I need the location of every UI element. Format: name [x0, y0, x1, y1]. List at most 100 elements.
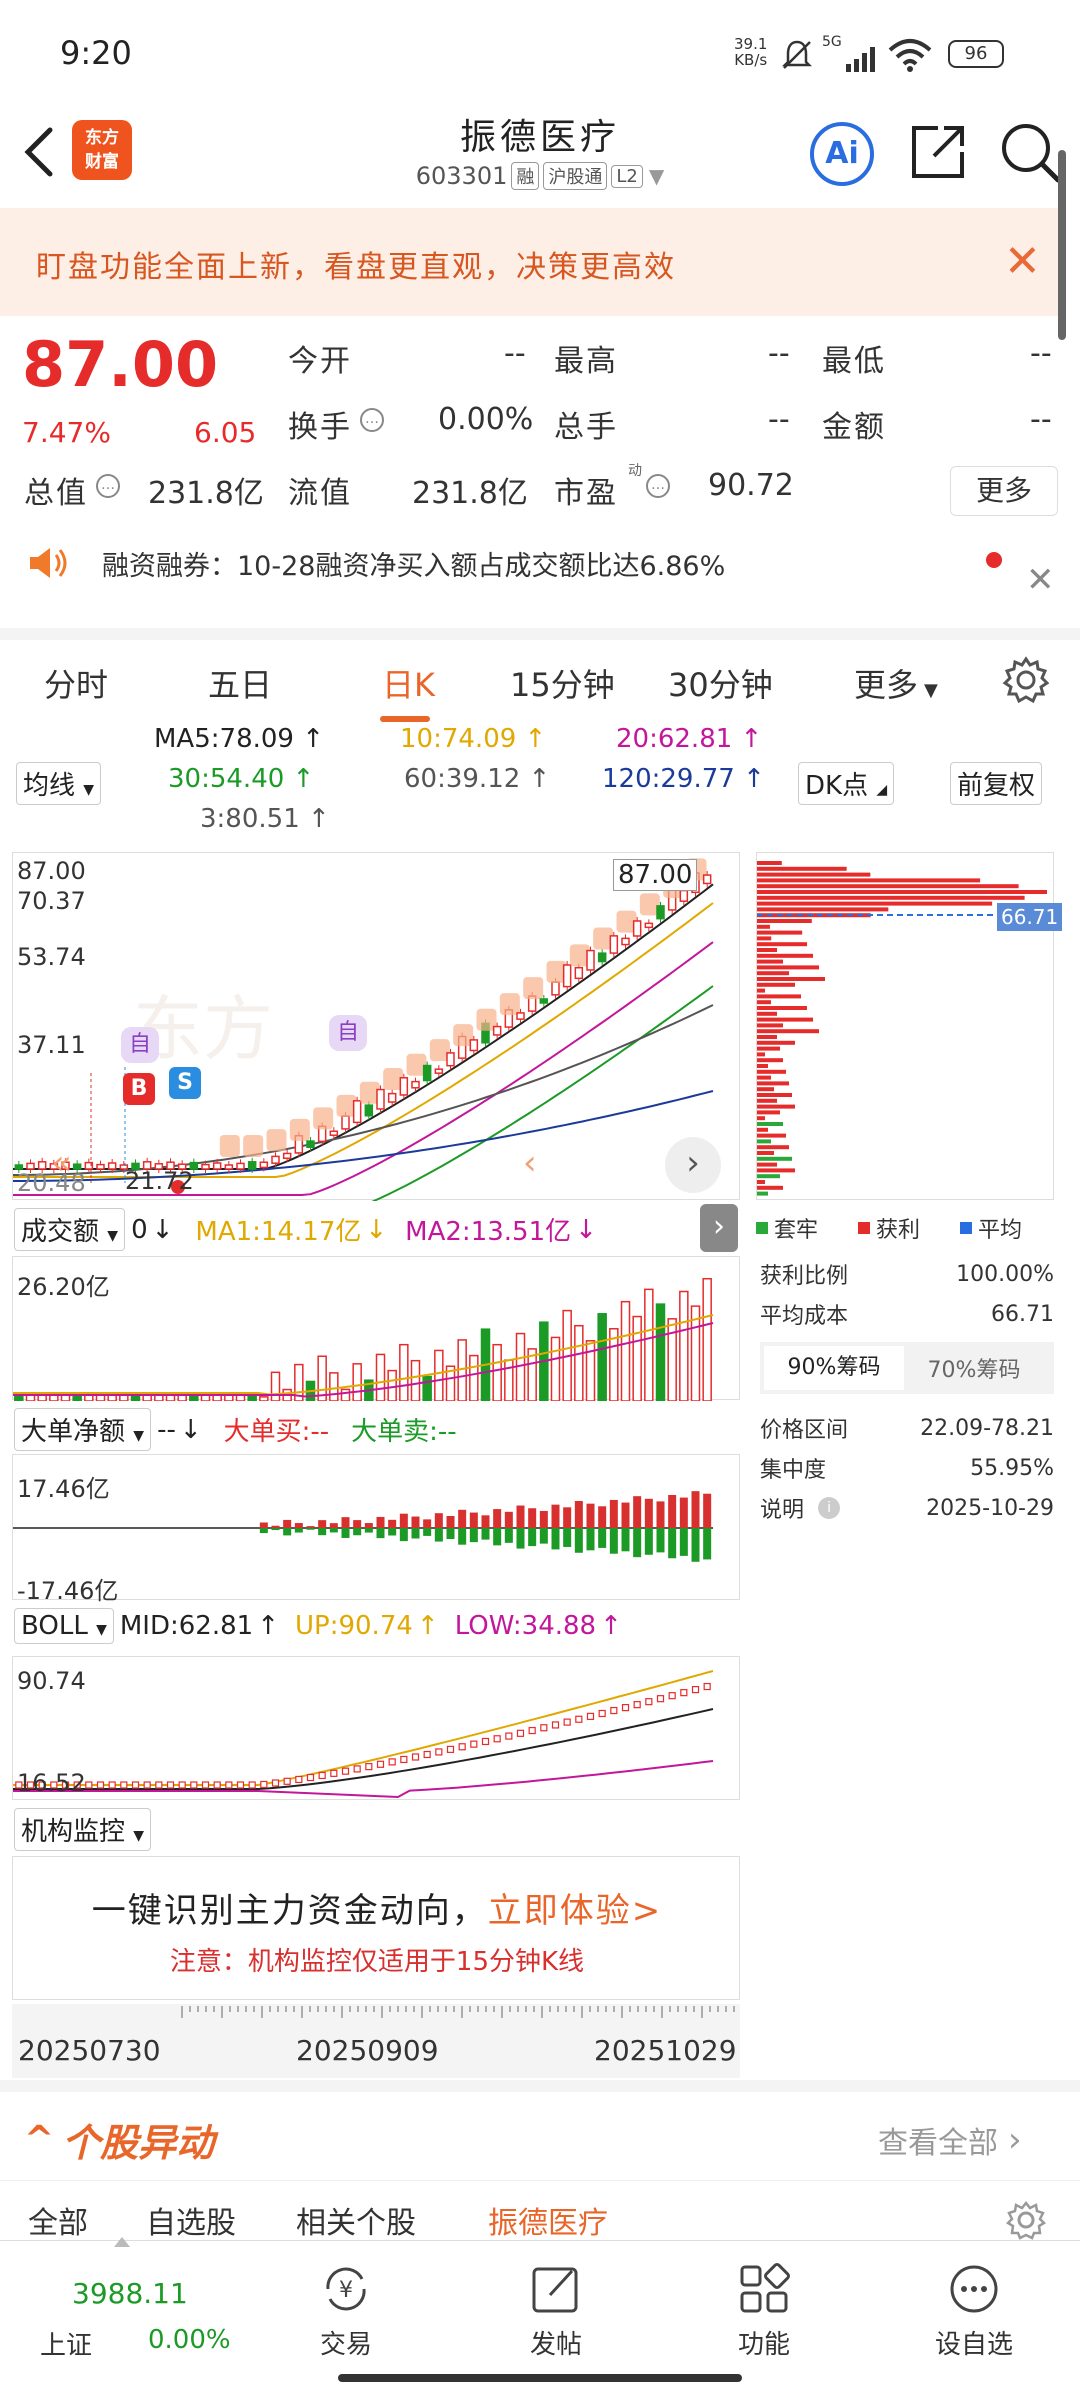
tab-all[interactable]: 全部 — [28, 2198, 88, 2242]
view-all-link[interactable]: 查看全部 › — [878, 2118, 1022, 2162]
self-select-marker[interactable]: 自 — [329, 1015, 367, 1051]
candle — [259, 1161, 269, 1169]
info-icon[interactable]: … — [96, 474, 120, 498]
info-icon[interactable]: … — [360, 408, 384, 432]
nav-add-watchlist[interactable]: 设自选 — [904, 2261, 1044, 2361]
td-sequence-marker — [499, 993, 520, 1016]
volume-selector-label: 成交额 — [21, 1217, 100, 1247]
candle — [201, 1163, 210, 1170]
bigorder-buy-bar — [399, 1513, 408, 1528]
ma60-value: 60:39.12 ↑ — [404, 764, 551, 794]
tab-related[interactable]: 相关个股 — [296, 2198, 416, 2242]
bigorder-sell-bar — [399, 1528, 408, 1542]
tab-five-day[interactable]: 五日 — [208, 660, 272, 706]
feature-banner[interactable]: 盯盘功能全面上新，看盘更直观，决策更高效 ✕ — [0, 208, 1064, 316]
period-tabs: 分时 五日 日K 15分钟 30分钟 更多 ▼ — [0, 628, 1080, 722]
tab-watchlist[interactable]: 自选股 — [146, 2198, 236, 2242]
chip-bar — [757, 866, 847, 871]
candle — [434, 1068, 444, 1074]
close-icon[interactable]: ✕ — [1026, 560, 1055, 600]
close-icon[interactable]: ✕ — [1004, 236, 1041, 287]
index-name[interactable]: 上证 — [40, 2325, 92, 2362]
avg-cost-label: 平均成本 — [760, 1304, 849, 1329]
bigorder-chart[interactable]: 17.46亿 -17.46亿 — [12, 1454, 740, 1605]
volume-ma1-line — [13, 1314, 714, 1396]
bigorder-buy-bar — [364, 1523, 373, 1528]
boll-candle — [680, 1689, 688, 1697]
chevron-left-icon[interactable]: ‹ — [523, 1143, 537, 1183]
gear-icon[interactable] — [1006, 2200, 1046, 2240]
boll-selector-label: BOLL — [21, 1611, 88, 1641]
more-button[interactable]: 更多 — [950, 466, 1058, 516]
tab-intraday[interactable]: 分时 — [44, 660, 108, 706]
boll-chart[interactable]: 90.74 16.52 — [12, 1656, 740, 1800]
adjust-selector[interactable]: 前复权 — [950, 762, 1043, 805]
chip-bar — [757, 1098, 777, 1103]
high-label: 最高 — [554, 344, 618, 379]
ai-button[interactable]: Ai — [810, 122, 874, 186]
scroll-left-icon[interactable]: « — [51, 1143, 72, 1183]
chip-distribution[interactable]: 66.71 — [756, 852, 1063, 1200]
index-change[interactable]: 0.00% — [148, 2325, 231, 2355]
scrollbar[interactable] — [1058, 150, 1066, 340]
institution-selector[interactable]: 机构监控 ▼ — [14, 1808, 152, 1851]
home-indicator[interactable] — [338, 2374, 742, 2382]
news-ticker[interactable]: 融资融券：10-28融资净买入额占成交额比达6.86% ✕ — [0, 532, 1080, 628]
chip-bar — [757, 901, 993, 906]
ma-selector[interactable]: 均线 ▼ — [16, 762, 102, 805]
chevron-down-icon: ▼ — [107, 1228, 119, 1244]
expand-panel-icon[interactable]: › — [700, 1204, 738, 1252]
arrow-up-icon: ↑ — [257, 1611, 279, 1641]
bigorder-header: 大单净额 ▼ -- ↓ 大单买:-- 大单卖:-- — [14, 1408, 457, 1451]
ma10-text: 10:74.09 — [400, 724, 517, 754]
tab-chip-90[interactable]: 90%筹码 — [764, 1346, 904, 1390]
tab-chip-70[interactable]: 70%筹码 — [904, 1352, 1044, 1384]
chip-bar — [757, 1110, 780, 1115]
nav-functions[interactable]: 功能 — [694, 2261, 834, 2361]
legend-profit: 获利 — [876, 1218, 921, 1243]
bigorder-selector[interactable]: 大单净额 ▼ — [14, 1408, 152, 1451]
chip-bar — [757, 1040, 795, 1045]
tab-15min[interactable]: 15分钟 — [510, 660, 615, 706]
bigorder-buy-bar — [259, 1522, 268, 1528]
buy-marker[interactable]: B — [123, 1073, 155, 1105]
institution-promo[interactable]: 一键识别主力资金动向，立即体验> 注意：机构监控仅适用于15分钟K线 — [12, 1856, 740, 2000]
search-icon[interactable] — [998, 120, 1062, 184]
nav-trade-label: 交易 — [319, 2330, 372, 2360]
dk-point-selector[interactable]: DK点 ◢ — [798, 762, 895, 805]
volume-selector[interactable]: 成交额 ▼ — [14, 1208, 126, 1251]
info-icon[interactable]: … — [646, 474, 670, 498]
share-icon[interactable] — [908, 122, 968, 182]
sell-marker[interactable]: S — [169, 1067, 201, 1099]
kline-chart[interactable]: 东方 87.00 70.37 53.74 37.11 20.48 87.00 2… — [12, 852, 740, 1214]
tab-30min[interactable]: 30分钟 — [668, 660, 773, 706]
tab-more[interactable]: 更多 ▼ — [854, 660, 938, 706]
boll-selector[interactable]: BOLL ▼ — [14, 1608, 114, 1644]
volume-bar — [632, 1315, 642, 1402]
chevron-down-icon: ▼ — [924, 680, 938, 701]
info-icon[interactable]: i — [818, 1497, 841, 1519]
volume-bar — [410, 1359, 421, 1402]
tab-current-stock[interactable]: 振德医疗 — [488, 2198, 608, 2242]
volume-current: 0 — [131, 1214, 148, 1245]
bigorder-sell-bar — [598, 1528, 607, 1548]
volume-header: 成交额 ▼ 0 ↓ MA1:14.17亿 ↓ MA2:13.51亿 ↓ — [14, 1208, 597, 1251]
quote-panel: 87.00 7.47% 6.05 今开 -- 最高 -- 最低 -- 换手 … … — [0, 316, 1080, 532]
boll-mid-line — [13, 1708, 714, 1790]
index-value[interactable]: 3988.11 — [72, 2277, 188, 2310]
nav-trade[interactable]: ¥ 交易 — [276, 2261, 416, 2361]
bigorder-buy-bar — [329, 1523, 338, 1528]
self-select-marker[interactable]: 自 — [121, 1027, 159, 1063]
candle — [422, 1064, 432, 1082]
gear-icon[interactable] — [1002, 656, 1050, 704]
promo-link[interactable]: 立即体验> — [488, 1891, 663, 1931]
candle — [306, 1140, 315, 1149]
boll-candle — [481, 1737, 490, 1746]
note-date: 2025-10-29 — [926, 1495, 1054, 1521]
boll-up-line — [13, 1670, 714, 1786]
nav-post[interactable]: 发帖 — [486, 2261, 626, 2361]
volume-chart[interactable]: 26.20亿 — [12, 1256, 740, 1402]
chevron-right-icon[interactable]: › — [665, 1137, 721, 1193]
wifi-icon — [888, 39, 932, 72]
tab-daily-k[interactable]: 日K — [382, 660, 435, 706]
